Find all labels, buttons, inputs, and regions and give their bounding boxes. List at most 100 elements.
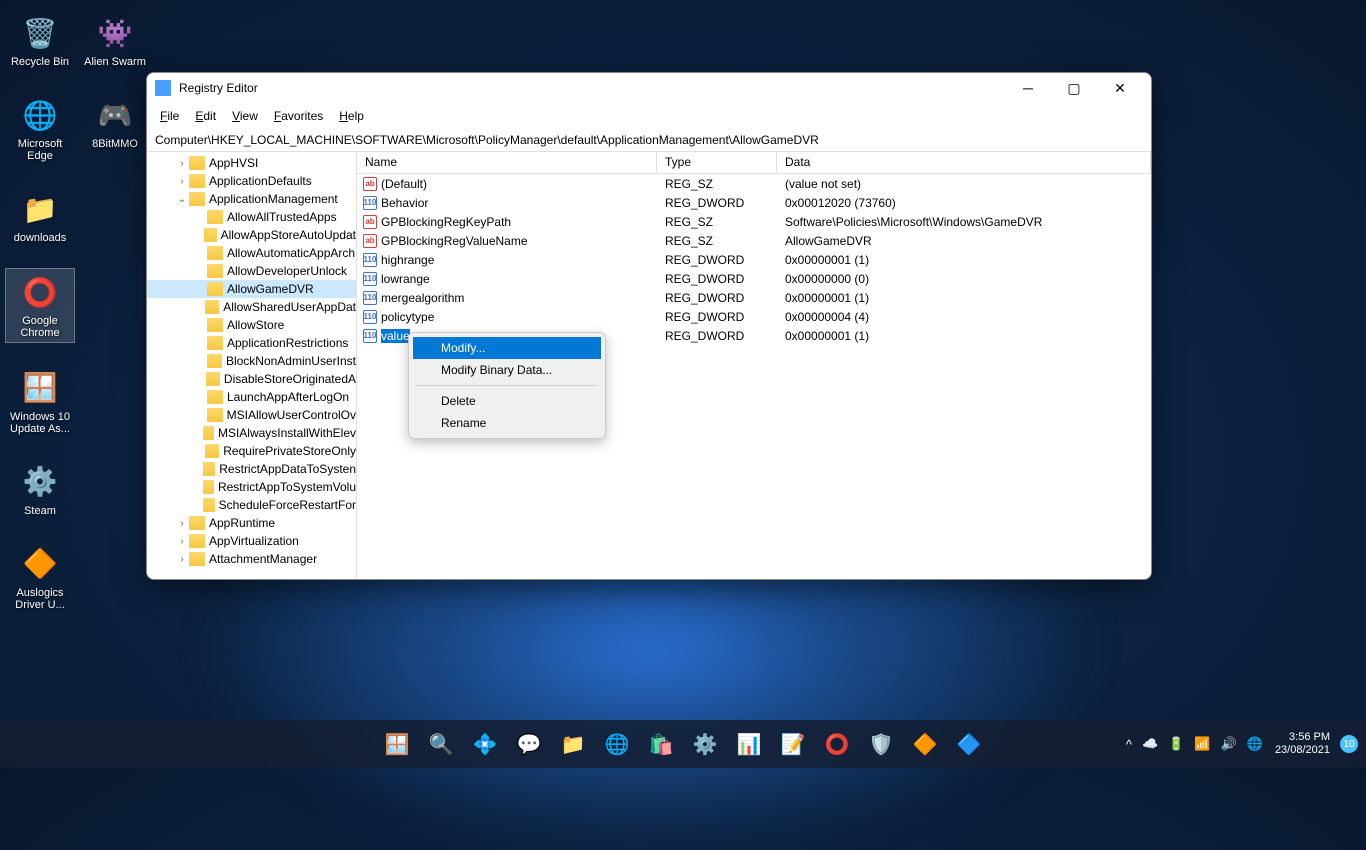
- chevron-icon[interactable]: ›: [175, 554, 189, 565]
- tree-node[interactable]: › ApplicationDefaults: [147, 172, 356, 190]
- tree-node[interactable]: RestrictAppDataToSysten: [147, 460, 356, 478]
- taskbar-app-icon[interactable]: ⚙️: [685, 724, 725, 764]
- tree-node[interactable]: RequirePrivateStoreOnly: [147, 442, 356, 460]
- folder-icon: [203, 480, 214, 494]
- tree-node[interactable]: ScheduleForceRestartFor: [147, 496, 356, 514]
- taskbar-app-icon[interactable]: 🌐: [597, 724, 637, 764]
- desktop-icon[interactable]: 📁downloads: [5, 186, 75, 246]
- value-type: REG_SZ: [657, 177, 777, 191]
- tray-icon[interactable]: 🌐: [1247, 736, 1263, 752]
- column-data[interactable]: Data: [777, 152, 1151, 173]
- taskbar-app-icon[interactable]: 🔶: [905, 724, 945, 764]
- tree-node[interactable]: AllowDeveloperUnlock: [147, 262, 356, 280]
- taskbar-app-icon[interactable]: 📊: [729, 724, 769, 764]
- taskbar-app-icon[interactable]: 💠: [465, 724, 505, 764]
- context-menu-item[interactable]: Modify...: [413, 337, 601, 359]
- tree-label: ApplicationDefaults: [209, 174, 312, 188]
- tree-node[interactable]: ›AttachmentManager: [147, 550, 356, 568]
- folder-icon: [189, 156, 205, 170]
- desktop-icons-column-2: 👾Alien Swarm 🎮8BitMMO: [80, 10, 150, 152]
- tree-node[interactable]: › AppVirtualization: [147, 532, 356, 550]
- desktop-icon[interactable]: ⚙️Steam: [5, 459, 75, 519]
- menu-view[interactable]: View: [224, 106, 266, 126]
- menu-file[interactable]: File: [152, 106, 187, 126]
- context-menu-item[interactable]: Delete: [413, 390, 601, 412]
- tree-node[interactable]: AllowAutomaticAppArch: [147, 244, 356, 262]
- registry-value-row[interactable]: abGPBlockingRegKeyPathREG_SZSoftware\Pol…: [357, 212, 1151, 231]
- chevron-icon[interactable]: ›: [175, 536, 189, 547]
- tray-icon[interactable]: ☁️: [1142, 736, 1158, 752]
- tree-node[interactable]: AllowAllTrustedApps: [147, 208, 356, 226]
- taskbar-app-icon[interactable]: 🔍: [421, 724, 461, 764]
- registry-value-row[interactable]: 110policytypeREG_DWORD0x00000004 (4): [357, 307, 1151, 326]
- tree-node[interactable]: AllowStore: [147, 316, 356, 334]
- chevron-icon[interactable]: ⌄: [175, 194, 189, 205]
- registry-value-row[interactable]: 110BehaviorREG_DWORD0x00012020 (73760): [357, 193, 1151, 212]
- tray-icon[interactable]: 🔋: [1168, 736, 1184, 752]
- registry-value-row[interactable]: 110highrangeREG_DWORD0x00000001 (1): [357, 250, 1151, 269]
- desktop-icon[interactable]: ⭕Google Chrome: [5, 268, 75, 342]
- tree-node[interactable]: ApplicationRestrictions: [147, 334, 356, 352]
- desktop-icon[interactable]: 🗑️Recycle Bin: [5, 10, 75, 70]
- notification-badge[interactable]: 10: [1340, 735, 1358, 753]
- titlebar[interactable]: Registry Editor ─ ▢ ✕: [147, 73, 1151, 103]
- registry-value-row[interactable]: abGPBlockingRegValueNameREG_SZAllowGameD…: [357, 231, 1151, 250]
- taskbar-center: 🪟🔍💠💬📁🌐🛍️⚙️📊📝⭕🛡️🔶🔷: [377, 724, 989, 764]
- taskbar-right: ^ ☁️ 🔋 📶 🔊 🌐 3:56 PM 23/08/2021 10: [1126, 731, 1358, 757]
- taskbar-app-icon[interactable]: 🔷: [949, 724, 989, 764]
- taskbar-app-icon[interactable]: 📁: [553, 724, 593, 764]
- tree-panel[interactable]: ›AppHVSI›ApplicationDefaults⌄Application…: [147, 152, 357, 579]
- tree-node[interactable]: ›AppRuntime: [147, 514, 356, 532]
- tree-node[interactable]: RestrictAppToSystemVolu: [147, 478, 356, 496]
- tree-node[interactable]: ⌄ ApplicationManagement: [147, 190, 356, 208]
- address-bar[interactable]: Computer\HKEY_LOCAL_MACHINE\SOFTWARE\Mic…: [147, 128, 1151, 152]
- taskbar-app-icon[interactable]: 🛍️: [641, 724, 681, 764]
- desktop-icon[interactable]: 🪟Windows 10 Update As...: [5, 365, 75, 437]
- icon-label: Windows 10 Update As...: [7, 411, 73, 435]
- menu-edit[interactable]: Edit: [187, 106, 224, 126]
- value-type: REG_DWORD: [657, 253, 777, 267]
- registry-value-row[interactable]: ab(Default)REG_SZ(value not set): [357, 174, 1151, 193]
- taskbar-app-icon[interactable]: 🛡️: [861, 724, 901, 764]
- chevron-icon[interactable]: ›: [175, 158, 189, 169]
- tree-node[interactable]: BlockNonAdminUserInst: [147, 352, 356, 370]
- taskbar-app-icon[interactable]: 💬: [509, 724, 549, 764]
- tree-node[interactable]: AllowGameDVR: [147, 280, 356, 298]
- tree-node[interactable]: ›AppHVSI: [147, 154, 356, 172]
- menu-favorites[interactable]: Favorites: [266, 106, 331, 126]
- tree-node[interactable]: LaunchAppAfterLogOn: [147, 388, 356, 406]
- chevron-icon[interactable]: ›: [175, 176, 189, 187]
- tree-node[interactable]: MSIAlwaysInstallWithElev: [147, 424, 356, 442]
- chevron-icon[interactable]: ›: [175, 518, 189, 529]
- registry-value-row[interactable]: 110mergealgorithmREG_DWORD0x00000001 (1): [357, 288, 1151, 307]
- context-menu-item[interactable]: Modify Binary Data...: [413, 359, 601, 381]
- tray-icon[interactable]: 🔊: [1221, 736, 1237, 752]
- tree-node[interactable]: MSIAllowUserControlOv: [147, 406, 356, 424]
- desktop-icon[interactable]: 🎮8BitMMO: [80, 92, 150, 152]
- tray-icon[interactable]: 📶: [1194, 736, 1210, 752]
- value-data: 0x00000000 (0): [777, 272, 1151, 286]
- context-menu-item[interactable]: Rename: [413, 412, 601, 434]
- registry-value-row[interactable]: 110lowrangeREG_DWORD0x00000000 (0): [357, 269, 1151, 288]
- tray-icon[interactable]: ^: [1126, 737, 1132, 752]
- clock[interactable]: 3:56 PM 23/08/2021: [1275, 731, 1330, 757]
- tree-label: ApplicationManagement: [209, 192, 338, 206]
- minimize-button[interactable]: ─: [1005, 73, 1051, 103]
- tree-node[interactable]: AllowSharedUserAppDat: [147, 298, 356, 316]
- close-button[interactable]: ✕: [1097, 73, 1143, 103]
- desktop-icon[interactable]: 🔶Auslogics Driver U...: [5, 541, 75, 613]
- folder-icon: [207, 336, 223, 350]
- column-type[interactable]: Type: [657, 152, 777, 173]
- maximize-button[interactable]: ▢: [1051, 73, 1097, 103]
- tree-label: AllowAllTrustedApps: [227, 210, 337, 224]
- menu-help[interactable]: Help: [331, 106, 372, 126]
- taskbar-app-icon[interactable]: 📝: [773, 724, 813, 764]
- desktop-icon[interactable]: 🌐Microsoft Edge: [5, 92, 75, 164]
- taskbar-app-icon[interactable]: 🪟: [377, 724, 417, 764]
- tree-label: AppVirtualization: [209, 534, 299, 548]
- column-name[interactable]: Name: [357, 152, 657, 173]
- taskbar-app-icon[interactable]: ⭕: [817, 724, 857, 764]
- desktop-icon[interactable]: 👾Alien Swarm: [80, 10, 150, 70]
- tree-node[interactable]: DisableStoreOriginatedA: [147, 370, 356, 388]
- tree-node[interactable]: AllowAppStoreAutoUpdat: [147, 226, 356, 244]
